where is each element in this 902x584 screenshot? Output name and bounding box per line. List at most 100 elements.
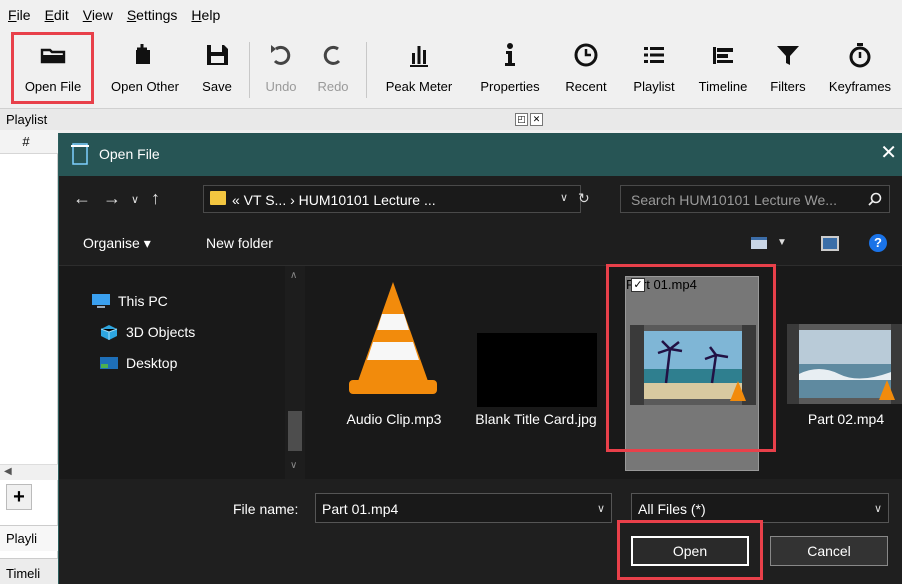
dialog-navigation-bar: ← → ∨ ↑ « VT S... › HUM10101 Lecture ...… bbox=[59, 176, 902, 222]
file-name: Audio Clip.mp3 bbox=[346, 411, 442, 427]
dock-close-icon[interactable]: ✕ bbox=[530, 113, 543, 126]
highlight-open-file bbox=[11, 32, 94, 104]
shotcut-app-icon bbox=[71, 143, 89, 165]
address-path[interactable]: « VT S... › HUM10101 Lecture ... bbox=[232, 192, 436, 208]
file-item[interactable]: Blank Title Card.jpg bbox=[473, 266, 599, 466]
nav-item-desktop[interactable]: Desktop bbox=[99, 353, 177, 373]
dialog-bottom-panel: File name: Part 01.mp4 ∨ All Files (*) ∨… bbox=[59, 479, 902, 584]
scroll-left-icon[interactable]: ◀ bbox=[4, 466, 12, 477]
undo-button[interactable]: Undo bbox=[260, 34, 302, 104]
navigation-scrollbar[interactable]: ∧ ∨ bbox=[285, 266, 305, 479]
search-input[interactable]: Search HUM10101 Lecture We... bbox=[620, 185, 890, 213]
nav-item-label: 3D Objects bbox=[126, 324, 196, 340]
scroll-down-icon[interactable]: ∨ bbox=[290, 460, 297, 471]
keyframes-label: Keyframes bbox=[828, 79, 892, 94]
timeline-button[interactable]: Timeline bbox=[691, 34, 755, 104]
dialog-command-bar: Organise ▾ New folder ▼ ? bbox=[59, 222, 902, 266]
preview-pane-icon[interactable] bbox=[821, 236, 839, 251]
computer-icon bbox=[92, 294, 110, 308]
nav-item-3d-objects[interactable]: 3D Objects bbox=[99, 322, 195, 342]
save-button[interactable]: Save bbox=[197, 34, 237, 104]
playlist-dock-title: Playlist bbox=[6, 112, 48, 127]
properties-label: Properties bbox=[480, 79, 540, 94]
playlist-panel: # ◀ + Playli Timeli bbox=[0, 130, 58, 584]
recent-button[interactable]: Recent bbox=[558, 34, 614, 104]
properties-button[interactable]: Properties bbox=[472, 34, 548, 104]
save-icon bbox=[207, 45, 228, 65]
folder-icon bbox=[210, 191, 226, 205]
scrollbar-thumb[interactable] bbox=[288, 411, 302, 451]
file-name-input[interactable]: Part 01.mp4 ∨ bbox=[315, 493, 612, 523]
redo-button[interactable]: Redo bbox=[312, 34, 354, 104]
view-options-chevron-icon[interactable]: ▼ bbox=[777, 237, 787, 248]
redo-label: Redo bbox=[317, 79, 349, 94]
playlist-column-header: # bbox=[0, 130, 58, 154]
timeline-dock-title: Timeli bbox=[0, 558, 58, 584]
file-name: Blank Title Card.jpg bbox=[475, 411, 597, 427]
nav-item-label: Desktop bbox=[126, 355, 178, 371]
playlist-scrollbar[interactable]: ◀ bbox=[0, 464, 58, 480]
highlight-selected-file bbox=[606, 264, 776, 452]
3d-objects-icon bbox=[100, 325, 118, 340]
chevron-down-icon[interactable]: ∨ bbox=[597, 502, 605, 515]
menu-edit[interactable]: Edit bbox=[45, 7, 69, 23]
new-folder-button[interactable]: New folder bbox=[206, 235, 273, 251]
toolbar-separator bbox=[249, 42, 250, 98]
search-icon[interactable] bbox=[867, 191, 883, 207]
filters-button[interactable]: Filters bbox=[762, 34, 814, 104]
clock-icon bbox=[574, 43, 598, 67]
forward-arrow-icon[interactable]: → bbox=[103, 188, 121, 209]
menu-view[interactable]: View bbox=[83, 7, 113, 23]
keyframes-button[interactable]: Keyframes bbox=[822, 34, 898, 104]
filters-label: Filters bbox=[770, 79, 806, 94]
stopwatch-icon bbox=[849, 43, 871, 68]
timeline-label: Timeline bbox=[698, 79, 748, 94]
help-icon[interactable]: ? bbox=[869, 234, 887, 252]
video-thumbnail bbox=[787, 324, 902, 404]
playlist-label: Playlist bbox=[633, 79, 675, 94]
file-item[interactable]: Audio Clip.mp3 bbox=[331, 266, 457, 466]
peak-meter-button[interactable]: Peak Meter bbox=[377, 34, 461, 104]
file-item[interactable]: Part 02.mp4 bbox=[777, 266, 902, 466]
organise-button[interactable]: Organise ▾ bbox=[83, 235, 151, 252]
chevron-down-icon[interactable]: ∨ bbox=[874, 502, 882, 515]
menu-bar: File Edit View Settings Help bbox=[0, 0, 902, 30]
toolbar-separator bbox=[366, 42, 367, 98]
desktop-icon bbox=[100, 357, 118, 369]
recent-locations-chevron-icon[interactable]: ∨ bbox=[131, 193, 139, 206]
cancel-button[interactable]: Cancel bbox=[770, 536, 888, 566]
open-other-label: Open Other bbox=[111, 79, 179, 94]
dock-float-icon[interactable]: ◰ bbox=[515, 113, 528, 126]
tab-playlist[interactable]: Playli bbox=[0, 525, 58, 551]
back-arrow-icon[interactable]: ← bbox=[73, 188, 91, 209]
file-type-select[interactable]: All Files (*) ∨ bbox=[631, 493, 889, 523]
menu-settings[interactable]: Settings bbox=[127, 7, 178, 23]
address-dropdown-icon[interactable]: ∨ bbox=[560, 191, 568, 204]
dialog-title: Open File bbox=[99, 146, 160, 162]
close-icon[interactable]: ✕ bbox=[880, 143, 897, 163]
highlight-open-button bbox=[617, 520, 763, 580]
scroll-up-icon[interactable]: ∧ bbox=[290, 270, 297, 281]
open-other-button[interactable]: Open Other bbox=[100, 34, 190, 104]
save-label: Save bbox=[202, 79, 232, 94]
search-placeholder: Search HUM10101 Lecture We... bbox=[631, 192, 837, 208]
playlist-add-button[interactable]: + bbox=[6, 484, 32, 510]
main-toolbar: Open File Open Other Save Undo Redo Peak… bbox=[0, 30, 902, 108]
file-name-value[interactable]: Part 01.mp4 bbox=[322, 501, 398, 517]
refresh-icon[interactable]: ↻ bbox=[578, 190, 590, 207]
recent-label: Recent bbox=[565, 79, 607, 94]
undo-icon bbox=[271, 45, 291, 65]
address-bar[interactable]: « VT S... › HUM10101 Lecture ... ∨ ↻ bbox=[203, 185, 590, 213]
file-name-label: File name: bbox=[233, 501, 299, 517]
menu-file[interactable]: File bbox=[8, 7, 31, 23]
peak-meter-icon bbox=[410, 46, 428, 67]
menu-help[interactable]: Help bbox=[191, 7, 220, 23]
playlist-button[interactable]: Playlist bbox=[624, 34, 684, 104]
image-thumbnail bbox=[477, 333, 597, 407]
change-view-icon[interactable] bbox=[751, 237, 767, 249]
up-arrow-icon[interactable]: ↑ bbox=[151, 188, 160, 209]
undo-label: Undo bbox=[265, 79, 297, 94]
file-name: Part 02.mp4 bbox=[807, 411, 885, 427]
nav-item-this-pc[interactable]: This PC bbox=[91, 291, 168, 311]
list-icon bbox=[644, 47, 664, 63]
